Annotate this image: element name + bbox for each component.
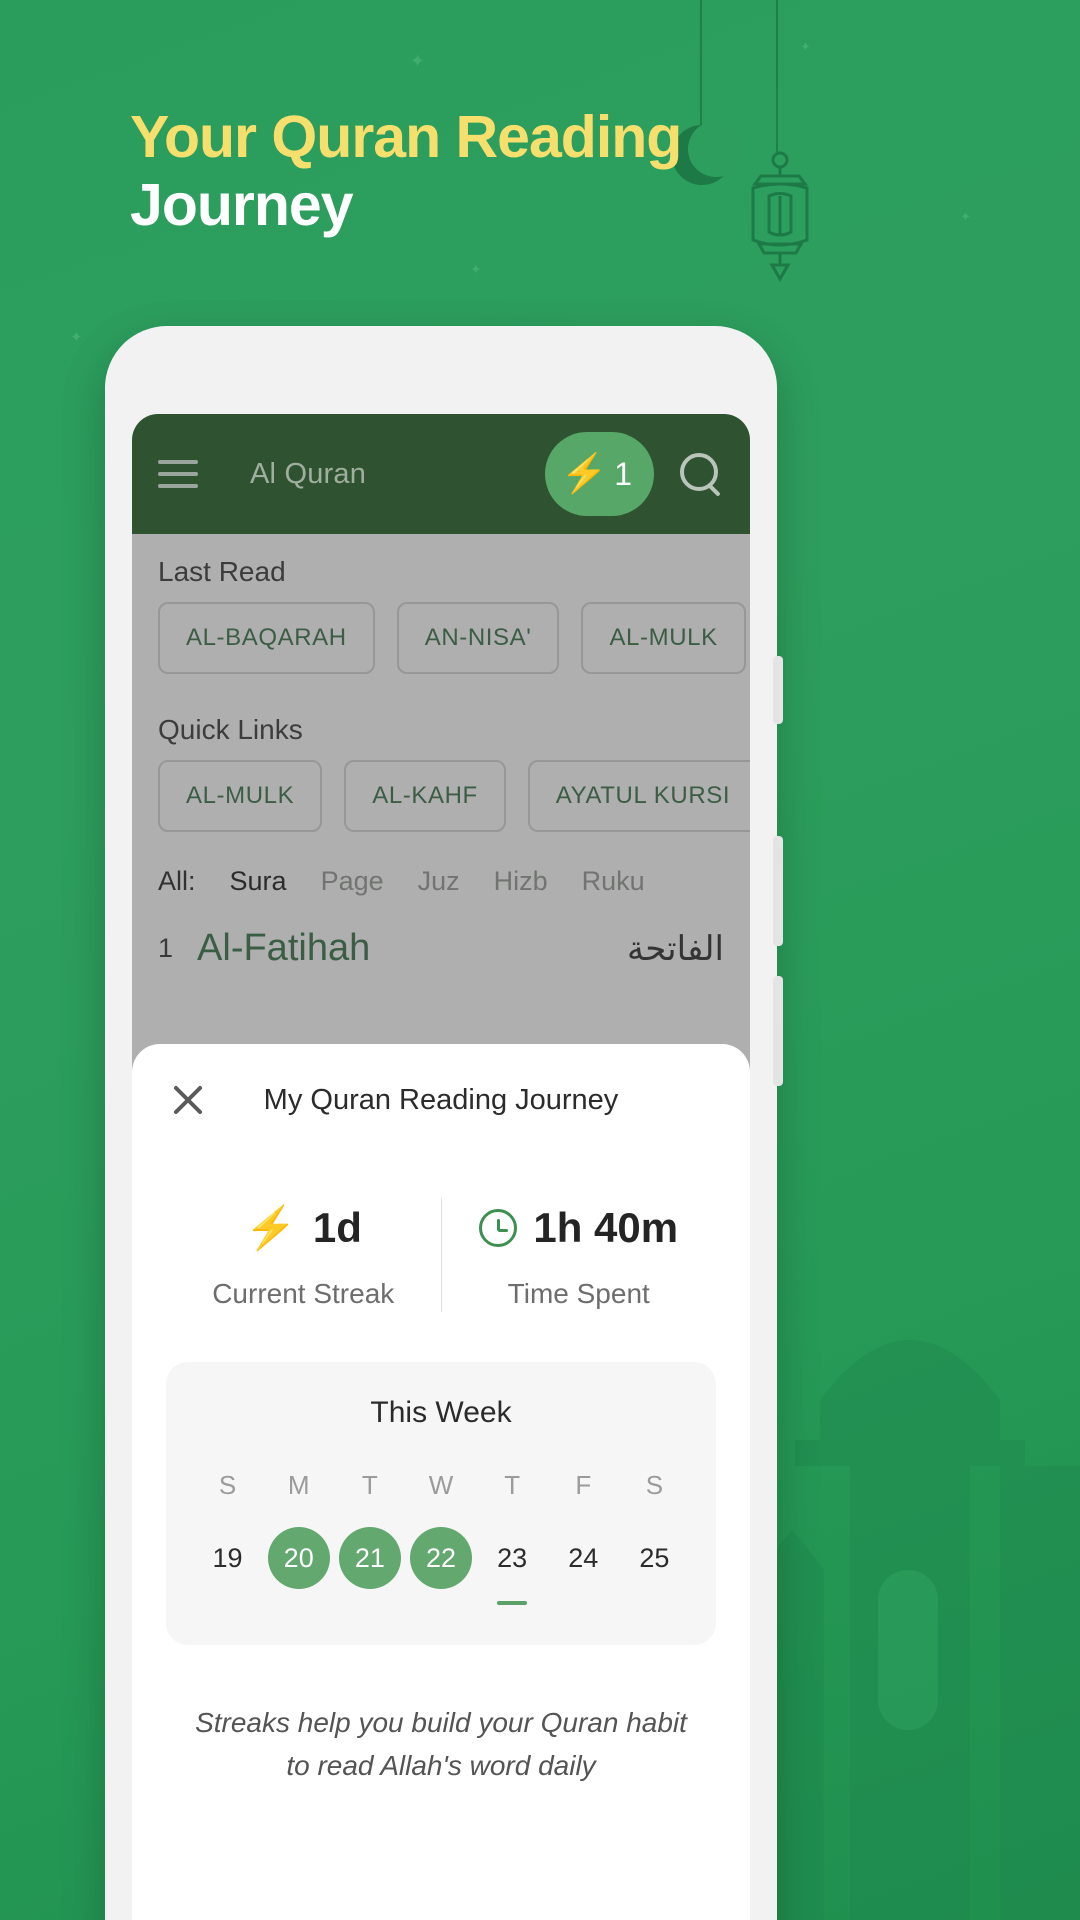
promo-screenshot: ✦ ✦ ✦ ✦ ✦ Your Quran Reading Journey Al … (0, 0, 1080, 1920)
sparkle-icon: ✦ (470, 261, 482, 277)
dow-label: F (575, 1470, 592, 1500)
phone-screen: Al Quran ⚡ 1 Last Read AL-BAQARAH AN-NIS… (132, 414, 750, 1920)
streak-badge[interactable]: ⚡ 1 (544, 432, 654, 516)
phone-side-button-1 (773, 656, 783, 724)
dow-label: S (218, 1470, 237, 1500)
search-icon[interactable] (678, 451, 724, 497)
sparkle-icon: ✦ (960, 209, 971, 224)
stat-current-streak: ⚡ 1d Current Streak (166, 1194, 441, 1316)
week-day-number: 23 (497, 1542, 528, 1573)
sheet-header: My Quran Reading Journey (166, 1044, 716, 1156)
week-days-row: 19 20 21 22 23 24 25 (192, 1527, 690, 1605)
dow-label: T (504, 1470, 521, 1500)
phone-side-button-2 (773, 836, 783, 946)
week-day-cell[interactable]: 22 (405, 1527, 476, 1605)
week-day-number: 21 (338, 1527, 401, 1589)
hamburger-icon[interactable] (158, 460, 198, 488)
sheet-title: My Quran Reading Journey (263, 1083, 619, 1116)
week-dow-row: S M T W T F S (192, 1470, 690, 1501)
week-day-cell[interactable]: 19 (192, 1527, 263, 1605)
phone-side-button-3 (773, 976, 783, 1086)
week-day-number: 20 (267, 1527, 330, 1589)
stat-time-spent: 1h 40m Time Spent (442, 1194, 717, 1316)
week-day-number: 25 (639, 1542, 670, 1573)
hero-headline: Your Quran Reading Journey (130, 104, 950, 242)
time-spent-caption: Time Spent (507, 1278, 650, 1309)
dow-label: T (361, 1470, 378, 1500)
week-day-number: 19 (212, 1542, 243, 1573)
week-card: This Week S M T W T F S 19 20 21 22 23 2… (166, 1362, 716, 1645)
clock-icon (479, 1209, 518, 1247)
week-day-cell[interactable]: 24 (548, 1527, 619, 1605)
journey-bottom-sheet: My Quran Reading Journey ⚡ 1d Current St… (132, 1044, 750, 1920)
time-spent-value: 1h 40m (533, 1204, 679, 1251)
app-toolbar: Al Quran ⚡ 1 (132, 414, 750, 534)
week-day-cell[interactable]: 20 (263, 1527, 334, 1605)
current-streak-value: 1d (312, 1204, 362, 1251)
week-day-number: 22 (409, 1527, 472, 1589)
week-day-number: 24 (568, 1542, 599, 1573)
crescent-moon-small-icon (1010, 630, 1070, 750)
current-streak-caption: Current Streak (212, 1278, 395, 1309)
sparkle-icon: ✦ (70, 329, 83, 346)
today-indicator (497, 1601, 528, 1605)
week-day-cell[interactable]: 21 (334, 1527, 405, 1605)
app-title: Al Quran (250, 457, 367, 490)
streak-count: 1 (614, 455, 632, 492)
dow-label: S (645, 1470, 664, 1500)
sparkle-icon: ✦ (800, 39, 811, 54)
phone-mockup: Al Quran ⚡ 1 Last Read AL-BAQARAH AN-NIS… (105, 326, 783, 1920)
week-day-cell-today[interactable]: 23 (477, 1527, 548, 1605)
footer-note: Streaks help you build your Quran habit … (195, 1707, 687, 1782)
bolt-icon: ⚡ (560, 453, 609, 495)
bolt-icon: ⚡ (244, 1204, 297, 1251)
week-title: This Week (370, 1396, 512, 1429)
headline-line-1: Your Quran Reading (130, 104, 682, 170)
sparkle-icon: ✦ (410, 51, 426, 71)
dow-label: M (287, 1470, 310, 1500)
headline-line-2: Journey (130, 172, 354, 239)
week-day-cell[interactable]: 25 (619, 1527, 690, 1605)
dow-label: W (428, 1470, 454, 1500)
stats-row: ⚡ 1d Current Streak 1h 40m Time Spent (166, 1194, 716, 1316)
